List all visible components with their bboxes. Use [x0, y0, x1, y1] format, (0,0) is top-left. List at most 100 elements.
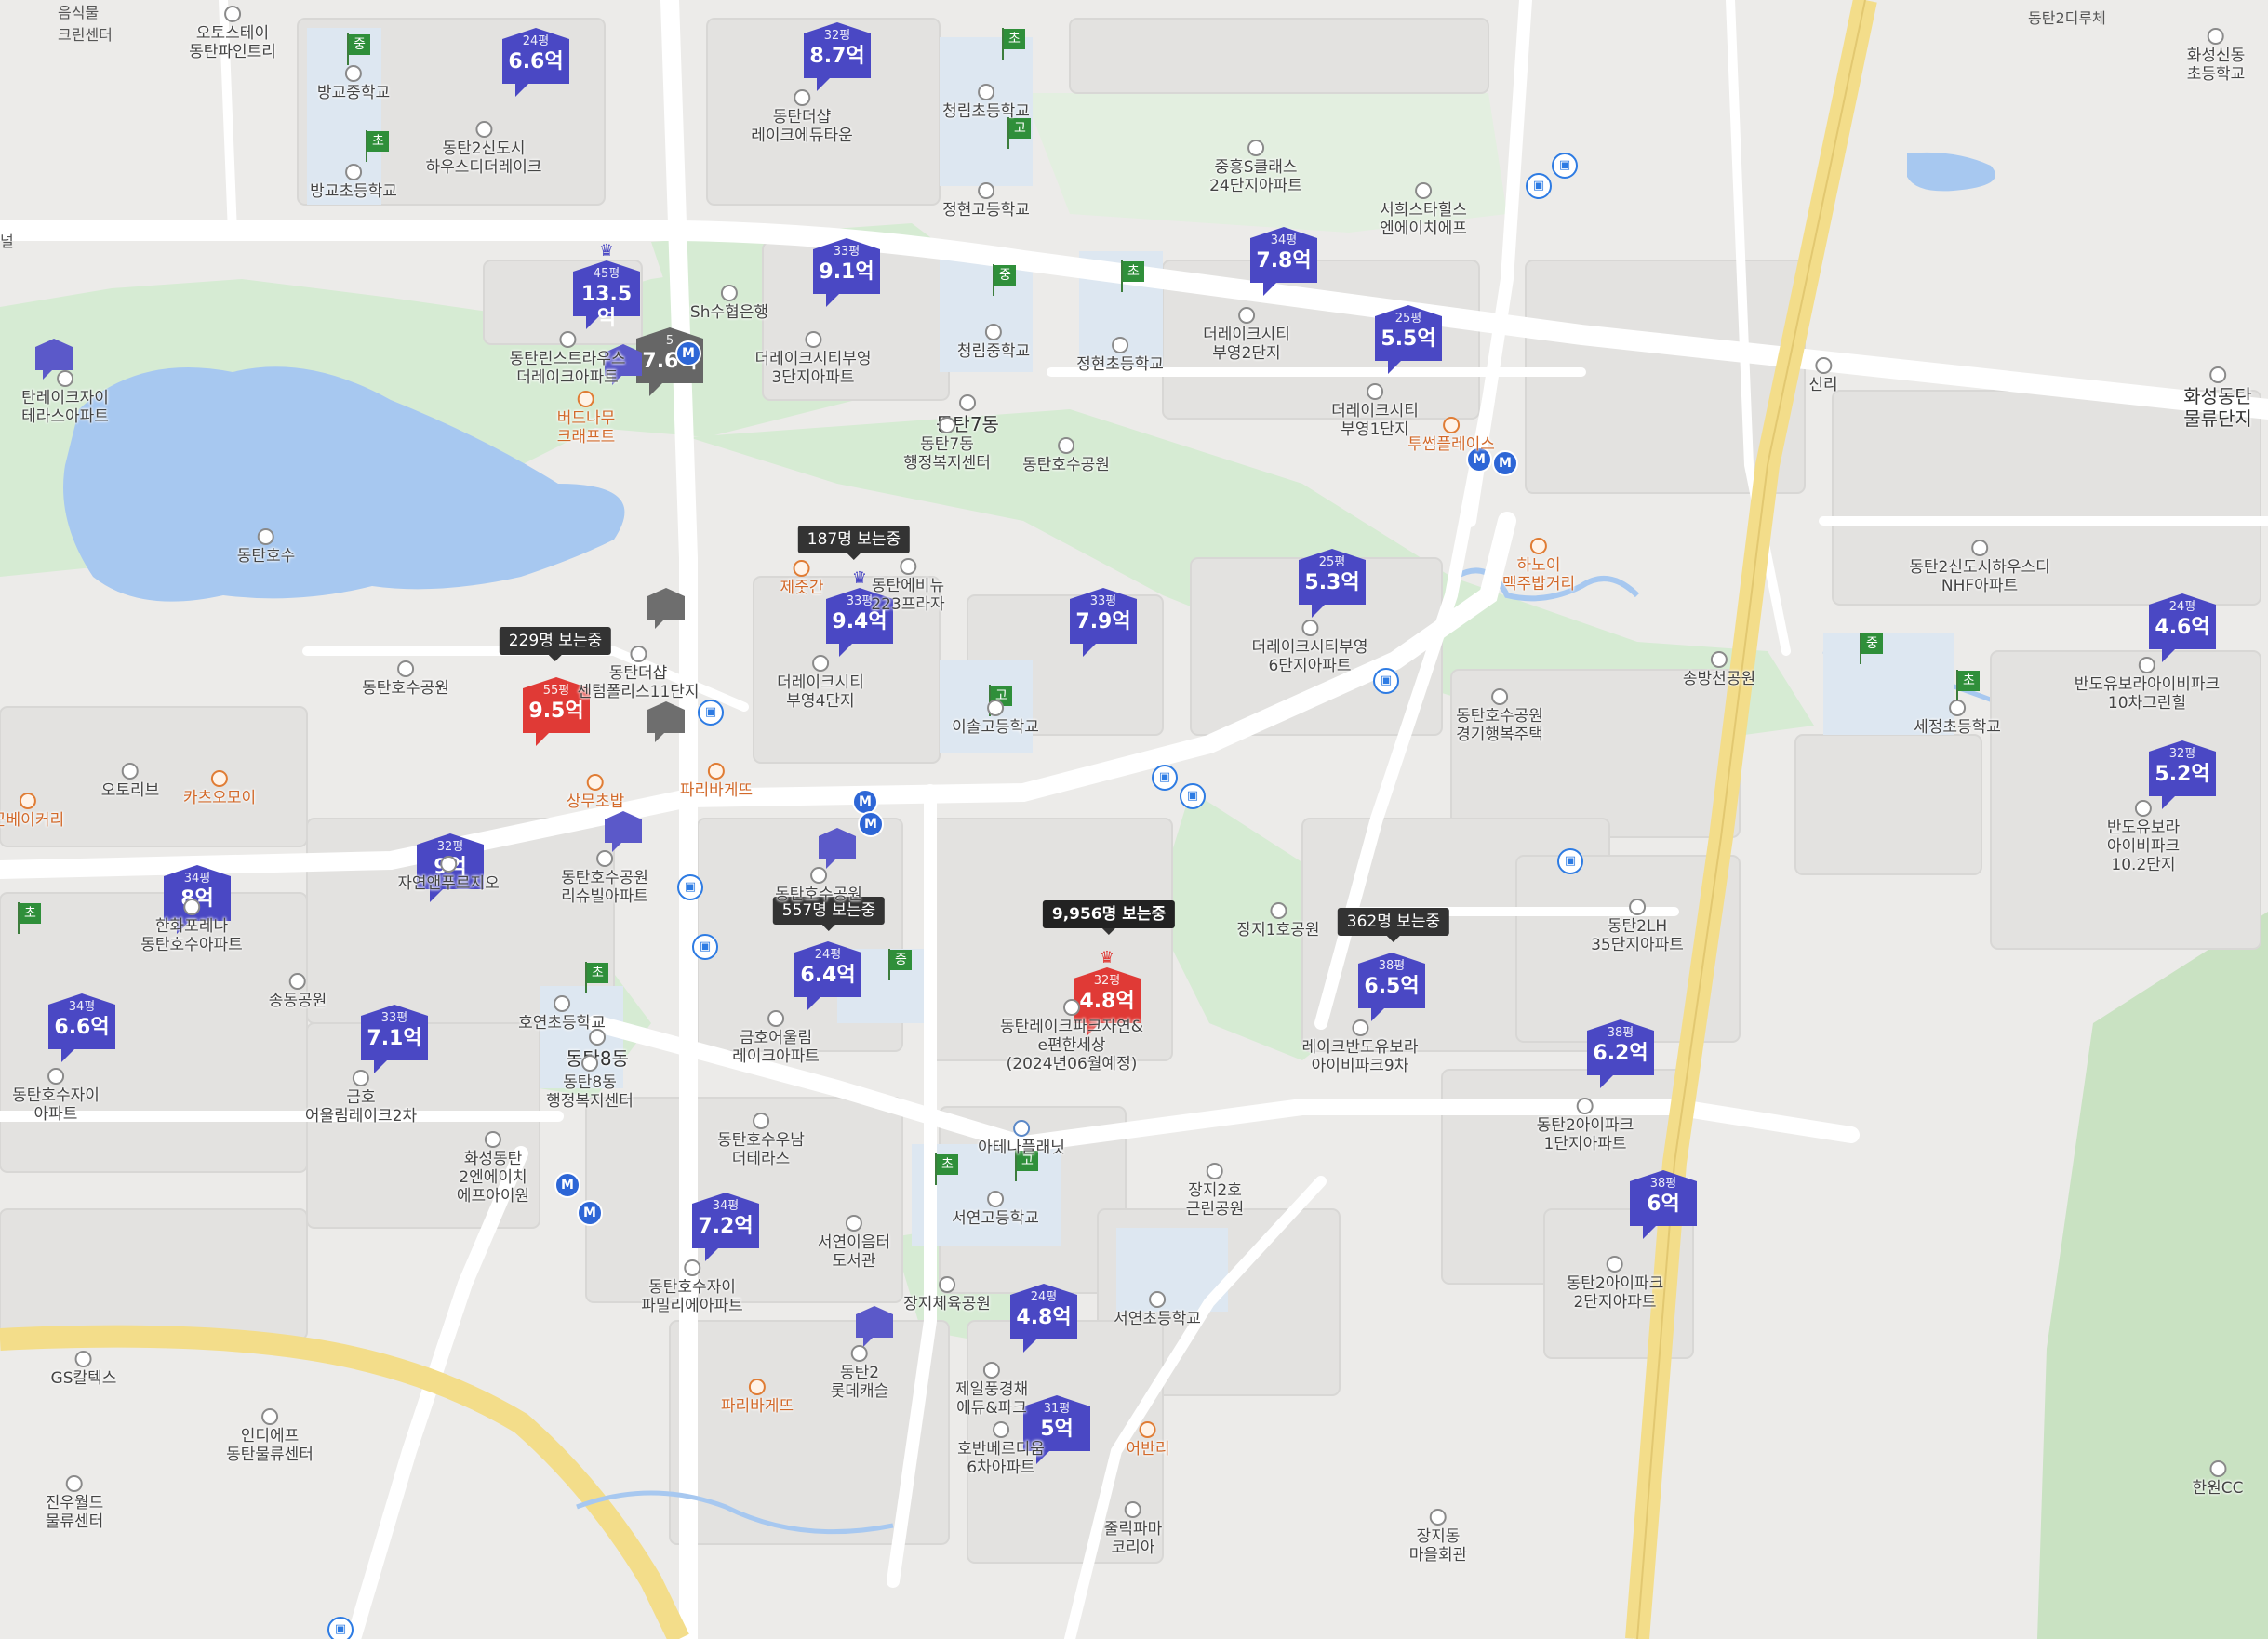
price-marker[interactable]: 45평 13.5억: [573, 260, 640, 330]
small-marker[interactable]: [819, 828, 856, 869]
bus-stop-icon[interactable]: ▣: [677, 874, 703, 900]
place-label[interactable]: 화성동탄 2엔에이치 에프아이원: [457, 1131, 529, 1206]
place-label[interactable]: 카츠오모이: [183, 770, 256, 807]
place-label[interactable]: 동탄호수공원 경기행복주택: [1456, 688, 1543, 744]
price-marker[interactable]: 38평 6.2억: [1587, 1019, 1654, 1088]
place-label[interactable]: GS칼텍스: [51, 1351, 116, 1388]
place-label[interactable]: 근베이커리: [0, 793, 64, 830]
place-label[interactable]: 서희스타힐스 엔에이치에프: [1380, 182, 1467, 238]
place-label[interactable]: 서연초등학교: [1114, 1291, 1201, 1328]
price-marker[interactable]: 32평 8.7억: [804, 22, 871, 91]
place-label[interactable]: 방교중학교: [317, 65, 390, 102]
price-marker[interactable]: 34평 7.2억: [692, 1193, 759, 1261]
place-label[interactable]: 동탄호수공원: [775, 867, 862, 904]
place-label[interactable]: 정현초등학교: [1076, 337, 1164, 374]
place-label[interactable]: 동탄호수자이 아파트: [12, 1068, 100, 1124]
place-label[interactable]: 동탄린스트라우스 더레이크아파트: [509, 331, 626, 387]
place-label[interactable]: 하노이 맥주밥거리: [1502, 538, 1575, 593]
bus-stop-icon[interactable]: ▣: [1557, 848, 1583, 874]
place-label[interactable]: 동탄2신도시하우스디 NHF아파트: [1909, 540, 2050, 595]
place-label[interactable]: 화성신동 초등학교: [2187, 28, 2245, 84]
price-marker[interactable]: 34평 6.6억: [48, 993, 115, 1062]
place-label[interactable]: 동탄8동 행정복지센터: [546, 1055, 634, 1111]
place-label[interactable]: 호반베르디움 6차아파트: [957, 1421, 1045, 1477]
place-label[interactable]: 동탄호수공원: [1022, 437, 1110, 474]
place-label[interactable]: 동탄7동 행정복지센터: [903, 417, 991, 473]
place-label[interactable]: 동탄2 롯데캐슬: [831, 1345, 888, 1401]
place-label[interactable]: 동탄2신도시 하우스디더레이크: [425, 121, 542, 177]
place-label[interactable]: 장지체육공원: [903, 1276, 991, 1313]
price-marker[interactable]: 33평 7.9억: [1070, 588, 1137, 657]
place-label[interactable]: 제줏간: [780, 560, 823, 597]
place-label[interactable]: 정현고등학교: [942, 182, 1030, 220]
place-label[interactable]: 제일풍경채 에듀&파크: [955, 1362, 1028, 1418]
place-label[interactable]: 이솔고등학교: [952, 700, 1039, 737]
place-label[interactable]: 동탄호수자이 파밀리에아파트: [641, 1259, 743, 1315]
place-label[interactable]: 더레이크시티부영 6단지아파트: [1251, 620, 1368, 675]
place-label[interactable]: 파리바게뜨: [721, 1379, 794, 1416]
place-label[interactable]: 한원CC: [2192, 1460, 2244, 1498]
place-label[interactable]: 동탄레이크파크자연& e편한세상 (2024년06월예정): [1000, 999, 1143, 1073]
price-marker[interactable]: 24평 4.8억: [1010, 1284, 1077, 1353]
price-marker[interactable]: 33평 9.1억: [813, 238, 880, 307]
place-label[interactable]: 오토스테이 동탄파인트리: [189, 6, 276, 61]
place-label[interactable]: 줄릭파마 코리아: [1104, 1501, 1162, 1557]
place-label[interactable]: 방교초등학교: [310, 164, 397, 201]
place-label[interactable]: 투썸플레이스: [1407, 417, 1495, 454]
place-label[interactable]: 더레이크시티 부영1단지: [1331, 383, 1419, 439]
map-canvas[interactable]: 24평 6.6억 32평 8.7억 45평 13.5억 ♛ 33평 9.1억 5 7.6억 34평 7.…: [0, 0, 2268, 1639]
place-label[interactable]: 금호 어울림레이크2차: [305, 1070, 417, 1126]
place-label[interactable]: 진우월드 물류센터: [46, 1475, 103, 1531]
metro-icon[interactable]: M: [554, 1172, 580, 1198]
place-label[interactable]: 더레이크시티부영 3단지아파트: [754, 331, 872, 387]
place-label[interactable]: 장지1호공원: [1236, 902, 1320, 939]
place-label[interactable]: 신리: [1808, 357, 1838, 394]
bus-stop-icon[interactable]: ▣: [1180, 783, 1206, 809]
place-label[interactable]: 송방천공원: [1683, 651, 1755, 688]
place-label[interactable]: 청림초등학교: [942, 84, 1030, 121]
place-label[interactable]: 인디에프 동탄물류센터: [226, 1408, 314, 1464]
metro-icon[interactable]: M: [1492, 450, 1518, 476]
price-marker[interactable]: 25평 5.5억: [1375, 305, 1442, 374]
small-marker[interactable]: [605, 811, 642, 852]
small-marker[interactable]: [856, 1306, 893, 1347]
price-marker[interactable]: 24평 4.6억: [2149, 593, 2216, 662]
small-marker[interactable]: [35, 339, 73, 380]
price-marker[interactable]: 38평 6억: [1630, 1170, 1697, 1239]
place-label[interactable]: 동탄호수공원 리슈빌아파트: [561, 850, 648, 906]
place-label[interactable]: 상무초밥: [567, 774, 624, 811]
price-marker[interactable]: 25평 5.3억: [1299, 549, 1366, 618]
place-label[interactable]: 반도유보라아이비파크 10차그린힐: [2075, 657, 2220, 713]
place-label[interactable]: 중흥S클래스 24단지아파트: [1209, 140, 1302, 195]
place-label[interactable]: 동탄2LH 35단지아파트: [1591, 899, 1684, 954]
place-label[interactable]: 레이크반도유보라 아이비파크9차: [1301, 1019, 1419, 1075]
place-label[interactable]: 자연앤푸르지오: [397, 856, 500, 893]
price-marker[interactable]: 24평 6.4억: [794, 941, 861, 1010]
place-label[interactable]: 송동공원: [269, 973, 327, 1010]
place-label[interactable]: 더레이크시티 부영2단지: [1203, 307, 1290, 363]
place-label[interactable]: 동탄호수공원: [362, 660, 449, 698]
price-marker[interactable]: 32평 5.2억: [2149, 740, 2216, 809]
place-label[interactable]: 세정초등학교: [1914, 700, 2001, 737]
place-label[interactable]: 장지2호 근린공원: [1186, 1163, 1244, 1219]
bus-stop-icon[interactable]: ▣: [1526, 173, 1552, 199]
metro-icon[interactable]: M: [675, 340, 701, 366]
price-marker[interactable]: 33평 7.1억: [361, 1005, 428, 1073]
place-label[interactable]: 화성동탄 물류단지: [2183, 366, 2252, 430]
place-label[interactable]: 한화포레나 동탄호수아파트: [140, 899, 243, 954]
place-label[interactable]: 동탄호수: [237, 528, 295, 566]
place-label[interactable]: 버드나무 크래프트: [557, 391, 615, 446]
place-label[interactable]: 탄레이크자이 테라스아파트: [21, 370, 109, 426]
bus-stop-icon[interactable]: ▣: [1552, 153, 1578, 179]
place-label[interactable]: 더레이크시티 부영4단지: [777, 655, 864, 711]
place-label[interactable]: 동탄에비뉴 223프라자: [871, 558, 945, 614]
small-marker[interactable]: [647, 588, 685, 629]
price-marker[interactable]: 34평 7.8억: [1250, 227, 1317, 296]
price-marker[interactable]: 24평 6.6억: [502, 28, 569, 97]
place-label[interactable]: 서연이음터 도서관: [818, 1215, 890, 1271]
place-label[interactable]: 오토리브: [101, 763, 159, 800]
small-marker[interactable]: [647, 701, 685, 742]
place-label[interactable]: 장지동 마을회관: [1409, 1509, 1467, 1565]
bus-stop-icon[interactable]: ▣: [698, 700, 724, 726]
bus-stop-icon[interactable]: ▣: [692, 934, 718, 960]
